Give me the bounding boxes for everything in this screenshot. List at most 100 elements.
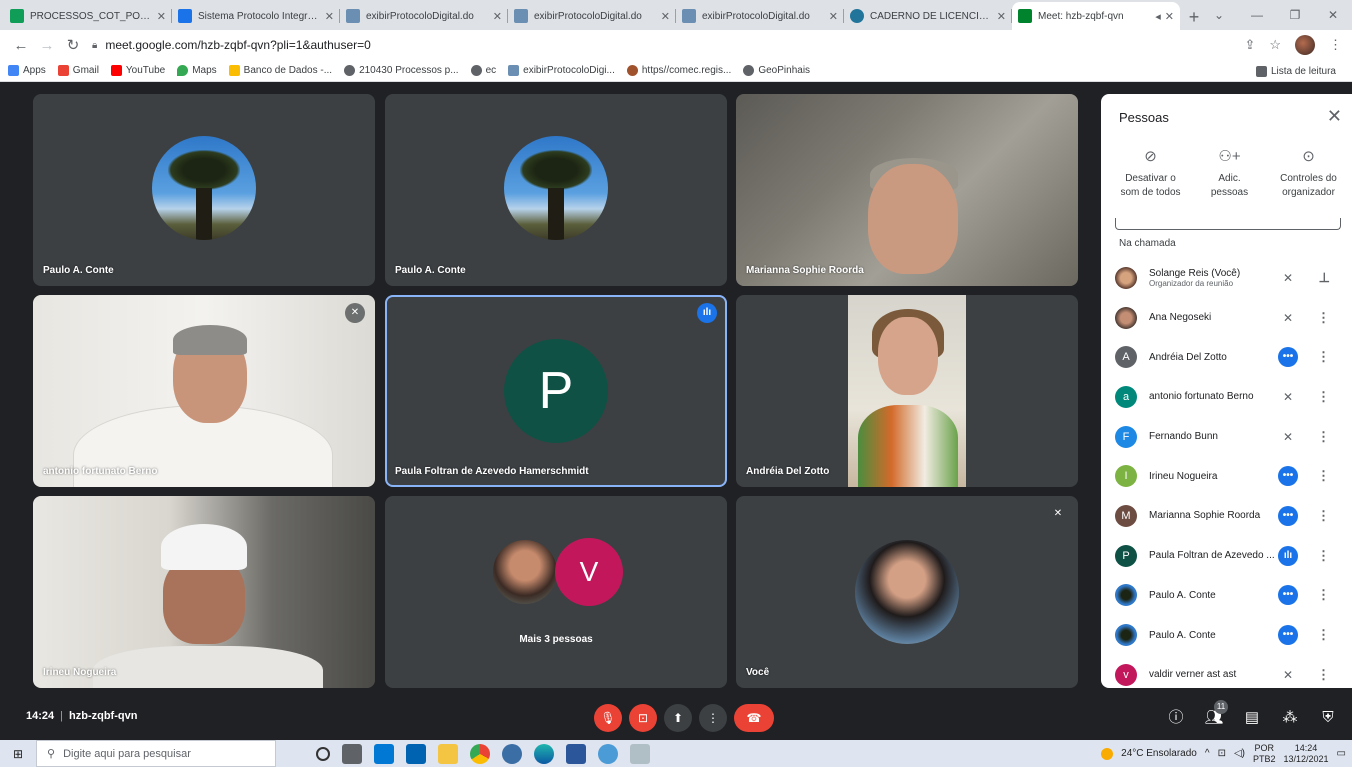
mic-off-icon[interactable]: ✕ [1278, 665, 1298, 685]
close-window-button[interactable]: ✕ [1314, 8, 1352, 22]
bookmark-apps[interactable]: Apps [8, 65, 46, 76]
list-item[interactable]: A Andréia Del Zotto ••• ⋮ [1101, 337, 1352, 377]
list-item[interactable]: v valdir verner ast ast ✕ ⋮ [1101, 655, 1352, 688]
reading-list[interactable]: Lista de leitura [1255, 60, 1336, 82]
bookmark-gmail[interactable]: Gmail [57, 65, 99, 76]
share-icon[interactable]: ⇪ [1244, 37, 1255, 53]
bookmark-maps[interactable]: Maps [177, 65, 217, 76]
back-button[interactable]: ← [8, 37, 34, 54]
participant-tile[interactable]: Marianna Sophie Roorda [736, 94, 1078, 286]
browser-tab-active[interactable]: Meet: hzb-zqbf-qvn ◂ ✕ [1012, 2, 1180, 30]
leave-call-button[interactable]: ☎ [734, 704, 774, 732]
task-view-icon[interactable] [342, 743, 362, 764]
mic-off-icon[interactable]: ✕ [1278, 427, 1298, 447]
chrome-icon[interactable] [470, 743, 490, 764]
file-explorer-icon[interactable] [438, 743, 458, 764]
more-options-icon[interactable]: ⋮ [1317, 349, 1330, 365]
participant-tile[interactable]: Paulo A. Conte [33, 94, 375, 286]
close-icon[interactable]: ✕ [325, 10, 334, 23]
present-screen-button[interactable]: ⬆ [664, 704, 692, 732]
store-icon[interactable] [374, 743, 394, 764]
activities-button[interactable]: ⁂ [1278, 704, 1302, 732]
bookmark-comec[interactable]: https//comec.regis... [626, 65, 731, 76]
meeting-details-button[interactable]: ⓘ [1164, 704, 1188, 732]
mic-off-icon[interactable]: ✕ [1278, 268, 1298, 288]
add-people-button[interactable]: ⚇+ Adic. pessoas [1190, 149, 1269, 200]
browser-tab[interactable]: exibirProtocoloDigital.do ✕ [340, 2, 508, 30]
more-options-icon[interactable]: ⋮ [1317, 587, 1330, 603]
more-options-icon[interactable]: ⋮ [1317, 667, 1330, 683]
bookmark-ec[interactable]: ec [470, 65, 496, 76]
pin-icon[interactable]: ⊥ [1319, 270, 1330, 286]
self-tile[interactable]: ✕ Você [736, 496, 1078, 688]
cortana-icon[interactable] [316, 746, 330, 761]
lock-icon[interactable]: 🔒︎ [92, 40, 97, 51]
close-icon[interactable]: ✕ [997, 10, 1006, 23]
browser-tab[interactable]: Sistema Protocolo Integrado ✕ [172, 2, 340, 30]
url-field[interactable]: 🔒︎ meet.google.com/hzb-zqbf-qvn?pli=1&au… [92, 34, 1244, 56]
app-icon[interactable] [598, 743, 618, 764]
overflow-tile[interactable]: V Mais 3 pessoas [385, 496, 727, 688]
close-icon[interactable]: ✕ [1165, 10, 1174, 23]
bookmark-protocolo[interactable]: exibirProtocoloDigi... [508, 65, 615, 76]
volume-icon[interactable]: ◁) [1234, 748, 1245, 759]
list-item[interactable]: P Paula Foltran de Azevedo ... ılı ⋮ [1101, 536, 1352, 576]
more-options-icon[interactable]: ⋮ [1317, 310, 1330, 326]
notifications-icon[interactable]: ▭ [1337, 748, 1346, 759]
bookmark-youtube[interactable]: YouTube [110, 65, 165, 76]
close-icon[interactable]: ✕ [493, 10, 502, 23]
chat-button[interactable]: ▤ [1240, 704, 1264, 732]
app-icon[interactable] [502, 743, 522, 764]
more-options-icon[interactable]: ⋮ [1317, 429, 1330, 445]
list-item[interactable]: Ana Negoseki ✕ ⋮ [1101, 298, 1352, 338]
minimize-button[interactable]: — [1238, 8, 1276, 22]
list-item[interactable]: Paulo A. Conte ••• ⋮ [1101, 576, 1352, 616]
more-options-icon[interactable]: ⋮ [1317, 627, 1330, 643]
paint-icon[interactable] [630, 743, 650, 764]
browser-tab[interactable]: PROCESSOS_COT_POR_ANO_20 ✕ [4, 2, 172, 30]
language-indicator[interactable]: POR PTB2 [1253, 743, 1276, 765]
more-options-icon[interactable]: ⋮ [1317, 468, 1330, 484]
mic-off-icon[interactable]: ✕ [1278, 308, 1298, 328]
more-options-icon[interactable]: ⋮ [1317, 508, 1330, 524]
browser-tab[interactable]: exibirProtocoloDigital.do ✕ [508, 2, 676, 30]
more-options-button[interactable]: ⋮ [699, 704, 727, 732]
host-controls-button[interactable]: ⊙ Controles do organizador [1269, 149, 1348, 200]
participant-tile[interactable]: Irineu Nogueira [33, 496, 375, 688]
weather-sun-icon[interactable] [1101, 747, 1114, 760]
participant-tile[interactable]: Andréia Del Zotto [736, 295, 1078, 487]
tab-search-icon[interactable]: ⌄ [1200, 8, 1238, 22]
browser-tab[interactable]: CADERNO DE LICENCIAMENTO ✕ [844, 2, 1012, 30]
windows-start-icon[interactable]: ⊞ [0, 747, 36, 761]
participant-tile-speaking[interactable]: P ılı Paula Foltran de Azevedo Hamerschm… [385, 295, 727, 487]
participant-tile[interactable]: Paulo A. Conte [385, 94, 727, 286]
camera-toggle-button[interactable]: ⊡ [629, 704, 657, 732]
more-options-icon[interactable]: ⋮ [1317, 548, 1330, 564]
speaker-icon[interactable]: ◂ [1155, 10, 1161, 23]
taskbar-search-box[interactable]: ⚲ Digite aqui para pesquisar [36, 740, 276, 767]
bookmark-geopinhais[interactable]: GeoPinhais [743, 65, 810, 76]
browser-tab[interactable]: exibirProtocoloDigital.do ✕ [676, 2, 844, 30]
close-icon[interactable]: ✕ [157, 10, 166, 23]
participant-tile[interactable]: ✕ antonio fortunato Berno [33, 295, 375, 487]
edge-icon[interactable] [534, 743, 554, 764]
more-options-icon[interactable]: ⋮ [1317, 389, 1330, 405]
microphone-toggle-button[interactable]: 🎙︎ [594, 704, 622, 732]
list-item[interactable]: F Fernando Bunn ✕ ⋮ [1101, 417, 1352, 457]
chevron-up-icon[interactable]: ^ [1205, 748, 1210, 759]
profile-avatar[interactable] [1295, 35, 1315, 55]
weather-text[interactable]: 24°C Ensolarado [1121, 748, 1197, 759]
mail-icon[interactable] [406, 743, 426, 764]
list-item[interactable]: Paulo A. Conte ••• ⋮ [1101, 615, 1352, 655]
people-search-field[interactable] [1115, 218, 1341, 230]
people-button[interactable]: 👥︎ 11 [1202, 700, 1228, 732]
bookmark-star-icon[interactable]: ☆ [1269, 37, 1281, 53]
menu-icon[interactable]: ⋮ [1329, 37, 1342, 53]
close-icon[interactable]: ✕ [829, 10, 838, 23]
forward-button[interactable]: → [34, 37, 60, 54]
bookmark-drive[interactable]: Banco de Dados -... [228, 65, 332, 76]
bookmark-processos[interactable]: 210430 Processos p... [344, 65, 459, 76]
list-item[interactable]: M Marianna Sophie Roorda ••• ⋮ [1101, 496, 1352, 536]
mic-off-icon[interactable]: ✕ [1278, 387, 1298, 407]
list-item[interactable]: a antonio fortunato Berno ✕ ⋮ [1101, 377, 1352, 417]
